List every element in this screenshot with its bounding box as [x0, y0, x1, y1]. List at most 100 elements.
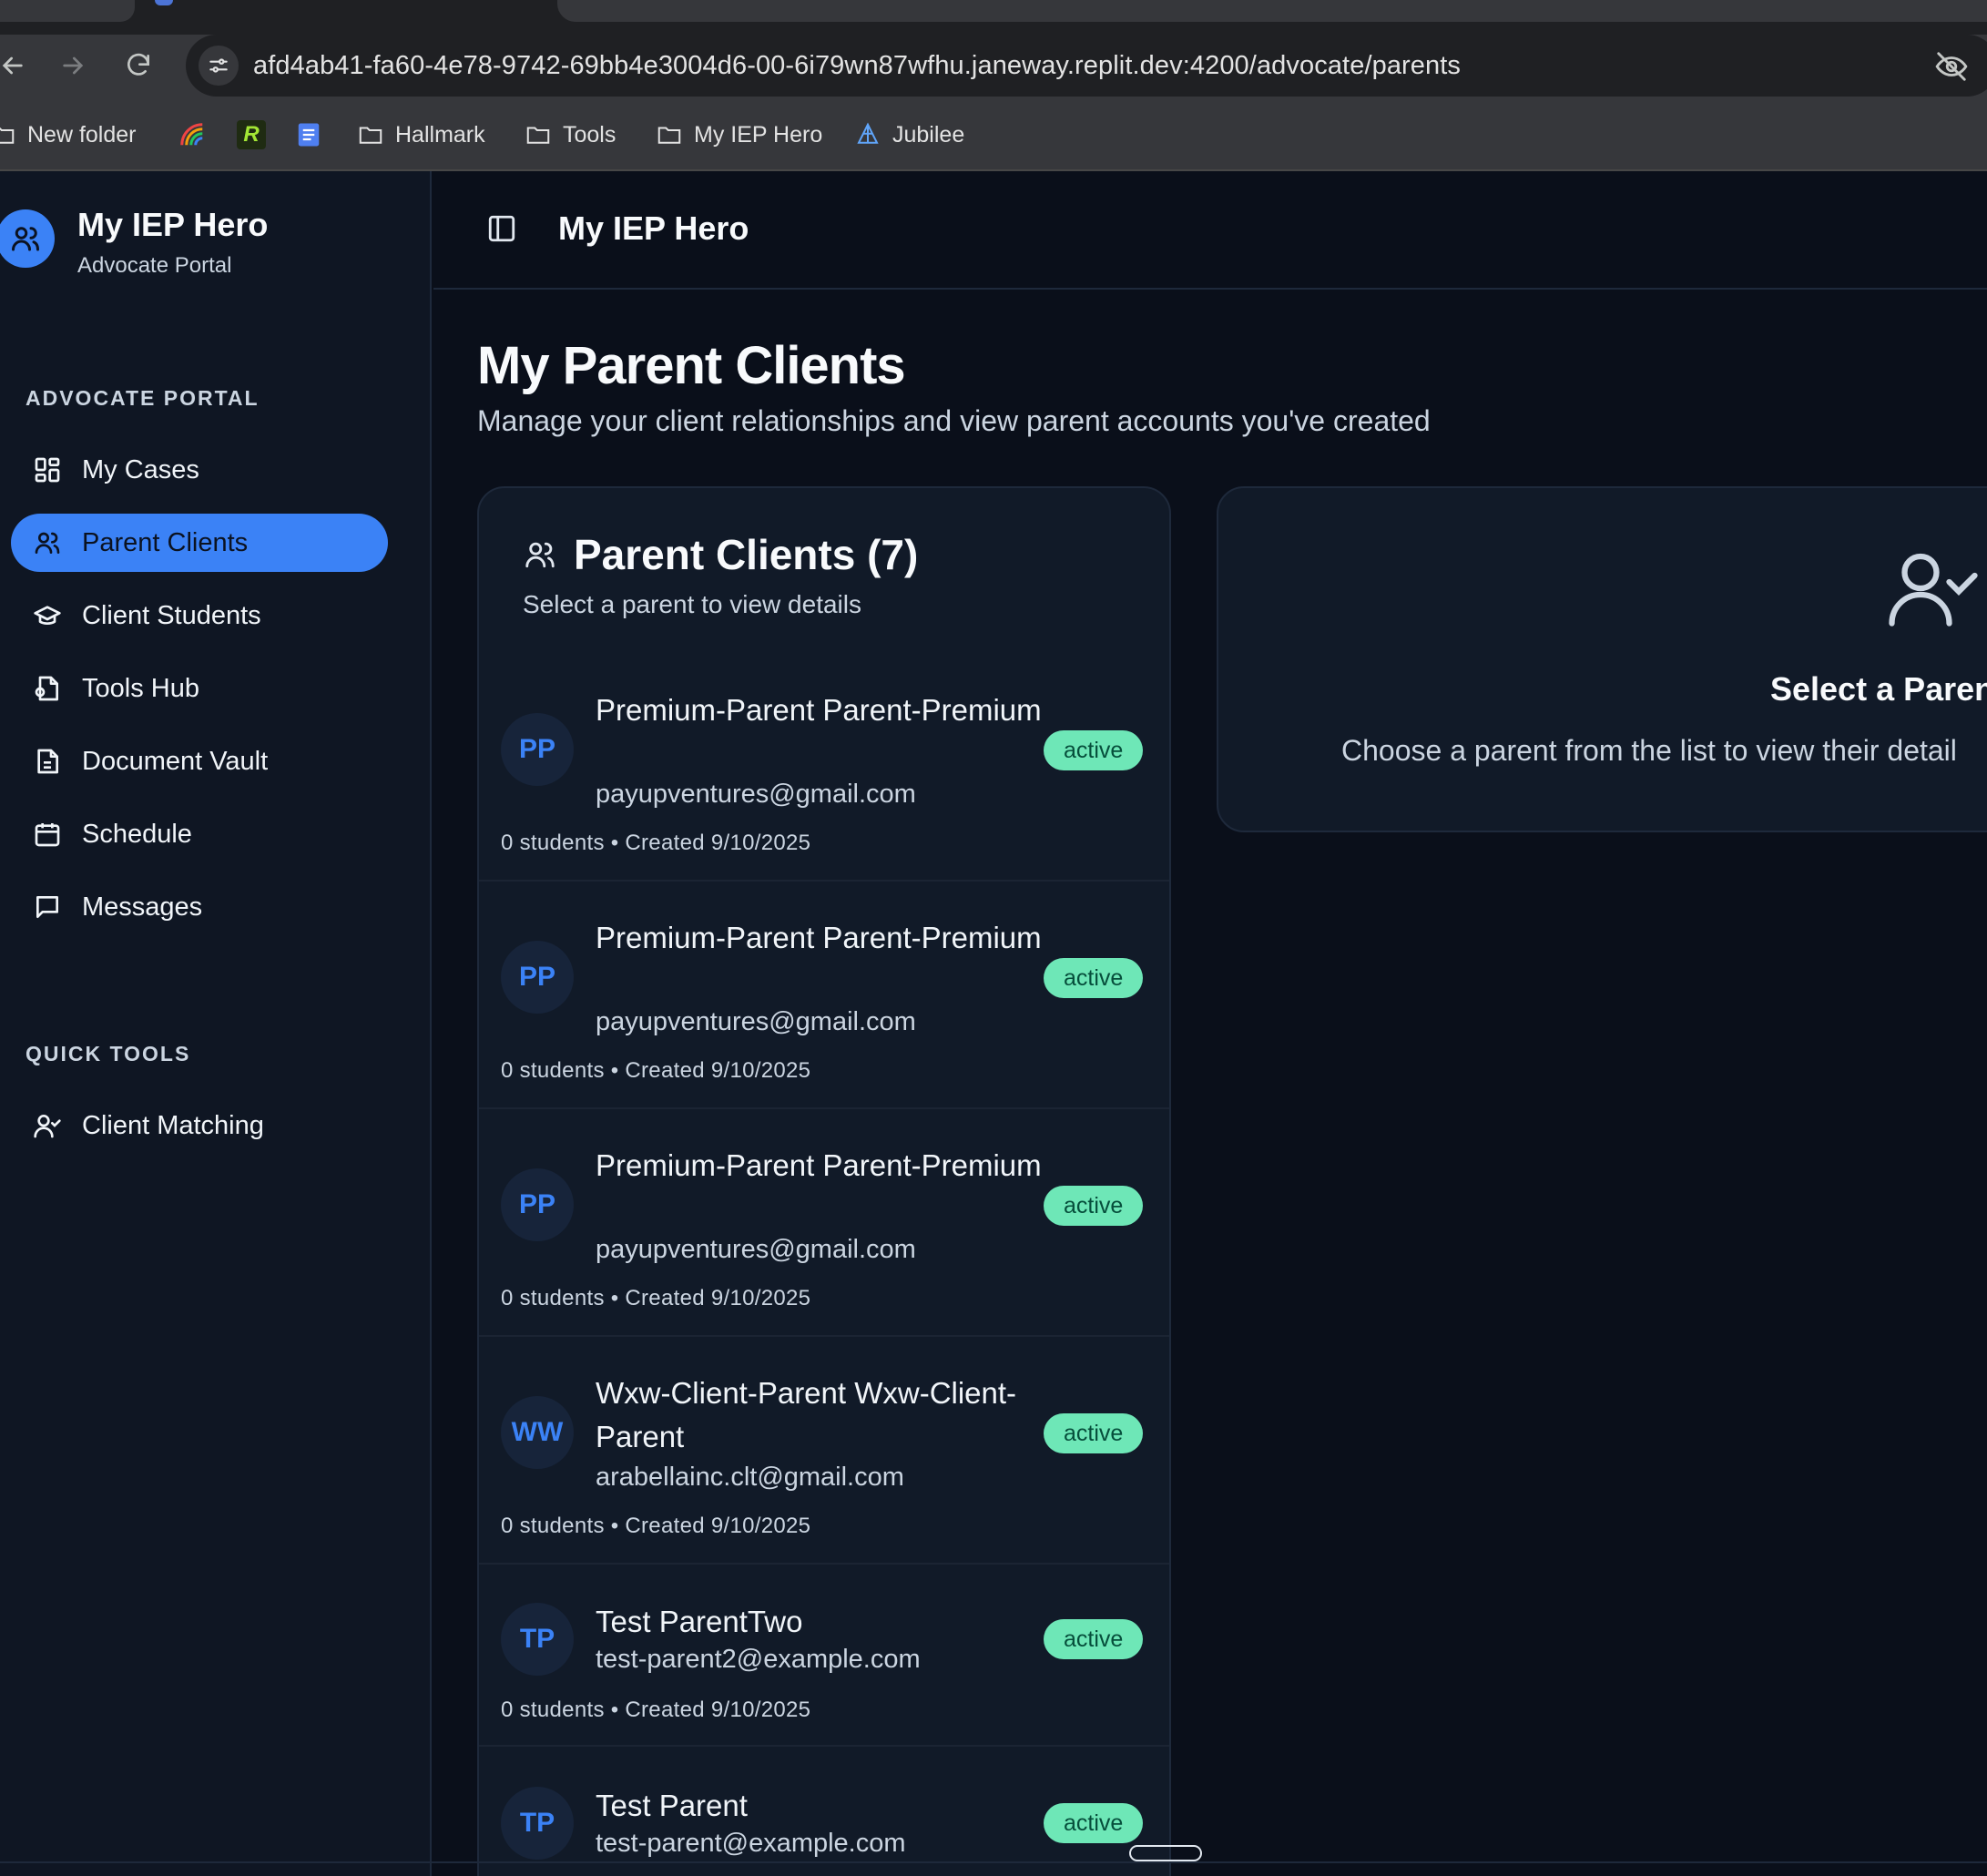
parent-email: arabellainc.clt@gmail.com	[596, 1463, 904, 1492]
parent-email: payupventures@gmail.com	[596, 1235, 916, 1264]
page-subtitle: Manage your client relationships and vie…	[477, 404, 1431, 437]
sidebar-item-messages[interactable]: Messages	[11, 878, 388, 936]
header-title: My IEP Hero	[558, 209, 749, 247]
section-label-advocate-portal: ADVOCATE PORTAL	[25, 386, 260, 410]
browser-tab[interactable]	[0, 0, 135, 22]
detail-subtitle: Choose a parent from the list to view th…	[1341, 734, 1957, 767]
parent-name: Wxw-Client-Parent Wxw-Client-Parent	[596, 1376, 1017, 1453]
sidebar-item-document-vault[interactable]: Document Vault	[11, 732, 388, 790]
sidebar-toggle-icon[interactable]	[486, 213, 517, 244]
bookmark-rainbow[interactable]	[178, 117, 206, 153]
green-r-app-icon: R	[237, 120, 266, 149]
docs-icon	[298, 123, 320, 147]
sidebar-item-schedule[interactable]: Schedule	[11, 805, 388, 863]
document-icon	[37, 749, 58, 774]
folder-icon	[526, 127, 550, 144]
parent-name: Test Parent	[596, 1789, 748, 1822]
resize-handle[interactable]	[1129, 1845, 1202, 1861]
sidebar-item-tools-hub[interactable]: Tools Hub	[11, 659, 388, 718]
bookmark-green-r[interactable]: R	[237, 117, 266, 153]
status-badge: active	[1044, 1186, 1144, 1226]
user-check-icon	[34, 1115, 61, 1138]
status-badge: active	[1044, 1803, 1144, 1843]
reload-icon	[127, 53, 149, 76]
eye-off-icon[interactable]	[1934, 49, 1969, 84]
parent-meta: 0 students • Created 9/10/2025	[501, 1286, 811, 1310]
browser-tab[interactable]	[557, 0, 1987, 22]
folder-icon	[0, 127, 15, 144]
bookmark-label: Hallmark	[395, 121, 485, 148]
section-label-quick-tools: QUICK TOOLS	[25, 1042, 191, 1065]
sidebar-item-label: Tools Hub	[82, 673, 199, 703]
avatar: PP	[501, 1168, 574, 1241]
active-tab-indicator	[155, 0, 173, 5]
parent-email: test-parent@example.com	[596, 1829, 906, 1858]
bookmark-jubilee[interactable]: Jubilee	[854, 117, 964, 153]
message-icon	[36, 896, 58, 918]
bookmark-label: Tools	[563, 121, 616, 148]
folder-icon	[359, 127, 382, 144]
bookmark-new-folder[interactable]: New folder	[0, 117, 137, 153]
sidebar-item-parent-clients[interactable]: Parent Clients	[11, 514, 388, 572]
arrow-right-icon	[63, 56, 84, 75]
sidebar-item-label: Document Vault	[82, 746, 269, 776]
sidebar-item-label: Parent Clients	[82, 527, 249, 557]
bookmark-docs[interactable]	[295, 117, 322, 153]
forward-button[interactable]	[46, 44, 100, 87]
parent-name: Test ParentTwo	[596, 1605, 803, 1638]
window-bottom-edge	[0, 1861, 1987, 1863]
rainbow-app-icon	[180, 123, 203, 146]
calendar-icon	[35, 823, 60, 847]
reload-button[interactable]	[111, 44, 166, 87]
bookmark-hallmark[interactable]: Hallmark	[357, 117, 485, 153]
avatar: PP	[501, 713, 574, 786]
brand-subtitle: Advocate Portal	[77, 253, 232, 278]
url-text[interactable]: afd4ab41-fa60-4e78-9742-69bb4e3004d6-00-…	[253, 51, 1461, 81]
status-badge: active	[1044, 730, 1144, 770]
parent-meta: 0 students • Created 9/10/2025	[501, 1514, 811, 1538]
page-title: My Parent Clients	[477, 336, 906, 395]
parent-email: test-parent2@example.com	[596, 1645, 921, 1674]
sidebar	[0, 171, 432, 1876]
brand-title: My IEP Hero	[77, 206, 269, 243]
status-badge: active	[1044, 958, 1144, 998]
avatar: TP	[501, 1603, 574, 1676]
status-badge: active	[1044, 1413, 1144, 1453]
list-title: Parent Clients (7)	[574, 531, 919, 578]
parent-name: Premium-Parent Parent-Premium	[596, 1148, 1042, 1182]
bookmark-label: Jubilee	[892, 121, 965, 148]
parent-name: Premium-Parent Parent-Premium	[596, 921, 1042, 954]
sidebar-item-client-students[interactable]: Client Students	[11, 586, 388, 645]
avatar: WW	[501, 1396, 574, 1469]
sidebar-item-my-cases[interactable]: My Cases	[11, 441, 388, 499]
jubilee-logo-icon	[857, 122, 879, 144]
bookmark-label: My IEP Hero	[694, 121, 823, 148]
parent-meta: 0 students • Created 9/10/2025	[501, 831, 811, 855]
sidebar-item-label: Messages	[82, 892, 203, 922]
avatar: PP	[501, 941, 574, 1014]
users-icon	[12, 227, 39, 251]
sidebar-item-label: Schedule	[82, 819, 192, 849]
user-check-icon	[1889, 553, 1978, 627]
detail-title: Select a Paren	[1770, 670, 1987, 708]
parent-email: payupventures@gmail.com	[596, 1007, 916, 1036]
status-badge: active	[1044, 1619, 1144, 1659]
parent-name: Premium-Parent Parent-Premium	[596, 693, 1042, 727]
site-info-button[interactable]	[199, 46, 239, 86]
users-icon	[525, 542, 555, 568]
parent-meta: 0 students • Created 9/10/2025	[501, 1058, 811, 1083]
sidebar-item-client-matching[interactable]: Client Matching	[11, 1096, 388, 1155]
bookmark-my-iep-hero[interactable]: My IEP Hero	[656, 117, 822, 153]
graduation-cap-icon	[34, 606, 61, 625]
tune-icon	[209, 58, 228, 73]
file-tool-icon	[35, 676, 58, 701]
bookmark-label: New folder	[27, 121, 137, 148]
list-subtitle: Select a parent to view details	[523, 590, 861, 618]
back-button[interactable]	[0, 44, 40, 87]
sidebar-item-label: Client Matching	[82, 1110, 264, 1140]
users-icon	[35, 532, 60, 554]
grid-icon	[35, 457, 60, 483]
bookmark-tools[interactable]: Tools	[525, 117, 616, 153]
folder-icon	[657, 127, 681, 144]
avatar: TP	[501, 1787, 574, 1860]
